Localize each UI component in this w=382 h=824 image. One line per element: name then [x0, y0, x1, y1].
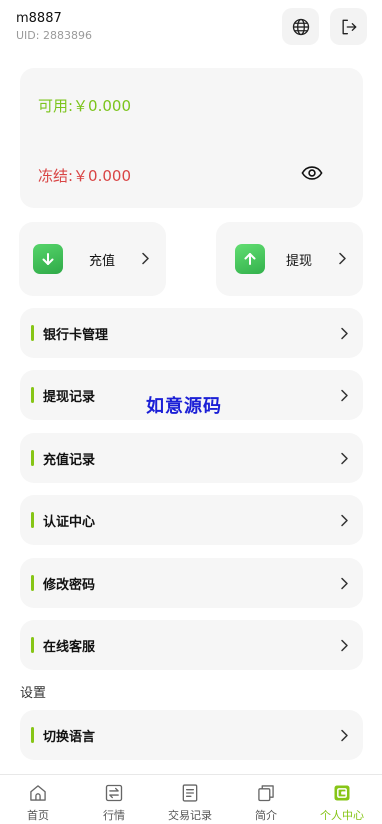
accent-bar	[31, 575, 34, 591]
menu-item-label: 认证中心	[43, 515, 96, 530]
chevron-right-icon	[341, 327, 348, 340]
menu-item-label: 银行卡管理	[43, 328, 109, 343]
accent-bar	[31, 637, 34, 653]
bottom-tab-bar: 首页 行情 交易记录 简介 个人中心	[0, 774, 382, 824]
menu-item-label: 切换语言	[43, 730, 96, 745]
tab-label: 行情	[103, 809, 125, 822]
arrow-up-icon	[235, 244, 265, 274]
arrow-down-icon	[33, 244, 63, 274]
chevron-right-icon	[341, 729, 348, 742]
wallet-card: 可用:￥0.000 冻结:￥0.000	[20, 68, 363, 208]
menu-item-deposit-records[interactable]: 充值记录	[20, 433, 363, 483]
tab-label: 交易记录	[168, 809, 212, 822]
globe-icon	[292, 18, 309, 35]
accent-bar	[31, 387, 34, 403]
header: m8887 UID: 2883896	[0, 0, 382, 56]
tab-profile[interactable]: 个人中心	[304, 775, 380, 824]
tab-home[interactable]: 首页	[0, 775, 76, 824]
tab-trade-records[interactable]: 交易记录	[152, 775, 228, 824]
logout-icon	[342, 19, 356, 34]
deposit-button[interactable]: 充值	[19, 222, 166, 296]
tab-label: 简介	[255, 809, 277, 822]
accent-bar	[31, 450, 34, 466]
menu-item-label: 充值记录	[43, 453, 96, 468]
username: m8887	[16, 11, 62, 26]
chevron-right-icon	[341, 514, 348, 527]
menu-item-online-support[interactable]: 在线客服	[20, 620, 363, 670]
watermark-text: 如意源码	[146, 396, 222, 417]
tab-label: 首页	[27, 809, 49, 822]
chevron-right-icon	[341, 389, 348, 402]
settings-section-label: 设置	[20, 686, 47, 701]
home-icon	[30, 785, 46, 801]
copy-icon	[258, 785, 274, 802]
document-icon	[182, 784, 198, 802]
accent-bar	[31, 727, 34, 743]
menu-item-change-password[interactable]: 修改密码	[20, 558, 363, 608]
deposit-label: 充值	[89, 254, 116, 269]
menu-item-verification[interactable]: 认证中心	[20, 495, 363, 545]
eye-icon[interactable]	[301, 165, 323, 181]
menu-item-bank-cards[interactable]: 银行卡管理	[20, 308, 363, 358]
tab-intro[interactable]: 简介	[228, 775, 304, 824]
exchange-icon	[105, 784, 123, 802]
chevron-right-icon	[341, 452, 348, 465]
menu-item-label: 修改密码	[43, 578, 96, 593]
accent-bar	[31, 512, 34, 528]
available-balance: 可用:￥0.000	[38, 97, 131, 115]
logout-button[interactable]	[330, 8, 367, 45]
withdraw-label: 提现	[286, 254, 313, 269]
menu-item-label: 在线客服	[43, 640, 96, 655]
chevron-right-icon	[341, 577, 348, 590]
tab-label: 个人中心	[320, 809, 364, 822]
language-button[interactable]	[282, 8, 319, 45]
tab-market[interactable]: 行情	[76, 775, 152, 824]
menu-item-switch-language[interactable]: 切换语言	[20, 710, 363, 760]
chevron-right-icon	[339, 252, 346, 265]
user-uid: UID: 2883896	[16, 29, 92, 42]
wallet-icon	[334, 785, 350, 801]
menu-item-label: 提现记录	[43, 390, 96, 405]
accent-bar	[31, 325, 34, 341]
chevron-right-icon	[142, 252, 149, 265]
withdraw-button[interactable]: 提现	[216, 222, 363, 296]
frozen-balance: 冻结:￥0.000	[38, 167, 131, 185]
chevron-right-icon	[341, 639, 348, 652]
